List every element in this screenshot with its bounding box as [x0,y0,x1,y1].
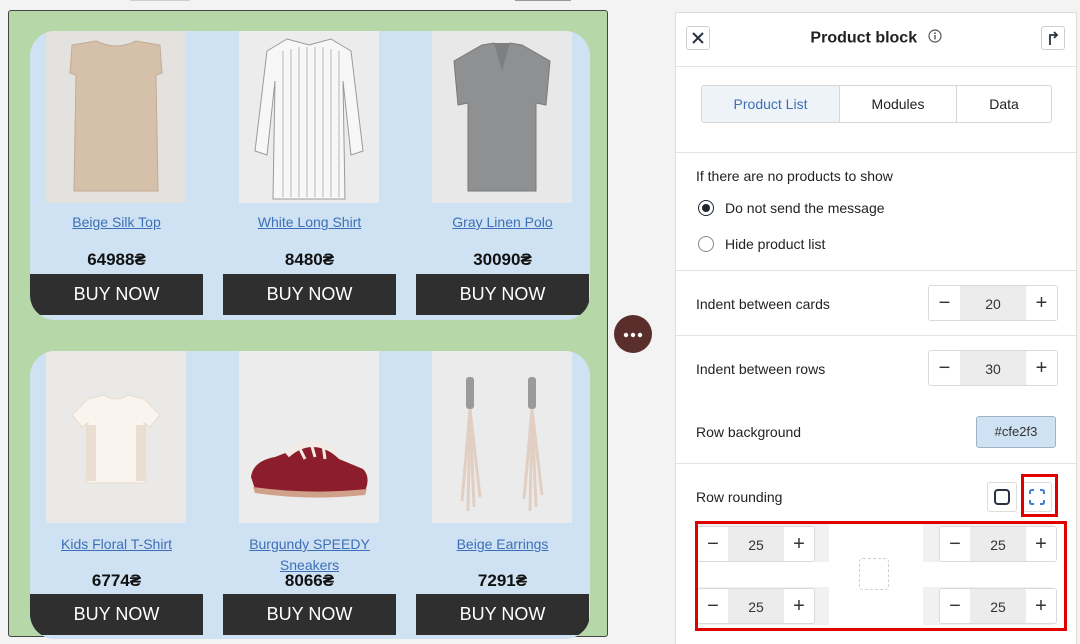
decrement-button[interactable]: − [698,589,728,623]
product-image-beige-earrings [432,351,572,523]
info-icon[interactable] [927,29,942,48]
corner-top-left-input[interactable] [728,527,784,561]
product-card: Burgundy SPEEDY Sneakers 8066₴ BUY NOW [223,351,396,639]
divider [676,152,1076,153]
product-price: 64988₴ [87,250,146,269]
panel-title-text: Product block [810,29,918,47]
product-price: 8066₴ [284,571,335,590]
radio-hide-product-list[interactable]: Hide product list [698,236,825,252]
collapse-arrow-icon [1049,31,1059,45]
radio-label: Do not send the message [725,200,885,216]
row-background-label: Row background [696,424,802,440]
corner-bottom-right-input[interactable] [970,589,1026,623]
product-row: Beige Silk Top 64988₴ BUY NOW White Long… [30,31,590,320]
individual-corners-icon [1029,489,1045,505]
decrement-button[interactable]: − [940,589,970,623]
indent-cards-label: Indent between cards [696,296,830,312]
indent-rows-input[interactable] [960,351,1026,385]
decrement-button[interactable]: − [929,351,960,385]
buy-now-button[interactable]: BUY NOW [416,274,589,315]
increment-button[interactable]: + [1026,527,1056,561]
decrement-button[interactable]: − [940,527,970,561]
product-name-link[interactable]: Kids Floral T-Shirt [30,534,203,555]
buy-now-button[interactable]: BUY NOW [223,274,396,315]
product-image-kids-tshirt [46,351,186,523]
product-price: 6774₴ [91,571,142,590]
product-card: White Long Shirt 8480₴ BUY NOW [223,31,396,320]
corner-bottom-left-input[interactable] [728,589,784,623]
product-image-beige-top [46,31,186,203]
no-products-label: If there are no products to show [696,168,893,184]
product-block-preview[interactable]: Beige Silk Top 64988₴ BUY NOW White Long… [8,10,608,639]
divider [676,463,1076,464]
product-name-link[interactable]: Burgundy SPEEDY Sneakers [223,534,396,576]
decrement-button[interactable]: − [698,527,728,561]
increment-button[interactable]: + [1026,589,1056,623]
product-image-gray-polo [432,31,572,203]
panel-header: Product block [676,13,1076,67]
buy-now-button[interactable]: BUY NOW [30,274,203,315]
increment-button[interactable]: + [1026,351,1057,385]
corner-top-right-input[interactable] [970,527,1026,561]
collapse-panel-button[interactable] [1041,26,1065,50]
product-price: 30090₴ [473,250,532,269]
product-image-white-shirt [239,31,379,203]
product-price: 8480₴ [284,250,335,269]
product-name-link[interactable]: Gray Linen Polo [416,212,589,233]
divider [676,270,1076,271]
tab-data[interactable]: Data [957,86,1051,122]
row-rounding-label: Row rounding [696,489,783,505]
canvas-top-edge-button [515,0,571,3]
product-card: Gray Linen Polo 30090₴ BUY NOW [416,31,589,320]
radio-label: Hide product list [725,236,826,252]
indent-rows-label: Indent between rows [696,361,826,377]
indent-cards-stepper: − + [928,285,1058,321]
radio-do-not-send[interactable]: Do not send the message [698,200,885,216]
indent-cards-input[interactable] [960,286,1026,320]
product-name-link[interactable]: Beige Silk Top [30,212,203,233]
corner-bottom-right-stepper: − + [939,588,1057,624]
product-image-burgundy-sneakers [239,351,379,523]
product-price: 7291₴ [477,571,528,590]
product-name-link[interactable]: Beige Earrings [416,534,589,555]
individual-rounding-button[interactable] [1022,482,1052,512]
radio-button[interactable] [698,236,714,252]
buy-now-button[interactable]: BUY NOW [416,594,589,635]
product-row: Kids Floral T-Shirt 6774₴ BUY NOW Burgun… [30,351,590,639]
indent-rows-stepper: − + [928,350,1058,386]
corner-top-right-stepper: − + [939,526,1057,562]
divider [676,335,1076,336]
increment-button[interactable]: + [784,589,814,623]
decrement-button[interactable]: − [929,286,960,320]
product-name-link[interactable]: White Long Shirt [223,212,396,233]
canvas-top-edge [130,0,190,3]
product-card: Beige Earrings 7291₴ BUY NOW [416,351,589,639]
tab-modules[interactable]: Modules [840,86,957,122]
panel-tabs: Product List Modules Data [701,85,1052,123]
radio-button-checked[interactable] [698,200,714,216]
increment-button[interactable]: + [1026,286,1057,320]
product-card: Beige Silk Top 64988₴ BUY NOW [30,31,203,320]
corner-bottom-left-stepper: − + [697,588,815,624]
uniform-rounding-button[interactable] [987,482,1017,512]
row-background-color-picker[interactable]: #cfe2f3 [976,416,1056,448]
corner-top-left-stepper: − + [697,526,815,562]
product-card: Kids Floral T-Shirt 6774₴ BUY NOW [30,351,203,639]
uniform-corners-icon [994,489,1010,505]
more-dots-icon [623,332,643,338]
buy-now-button[interactable]: BUY NOW [30,594,203,635]
panel-title: Product block [676,29,1076,48]
buy-now-button[interactable]: BUY NOW [223,594,396,635]
more-options-button[interactable] [614,315,652,353]
increment-button[interactable]: + [784,527,814,561]
corner-preview-icon [859,558,889,590]
tab-product-list[interactable]: Product List [702,86,840,122]
product-block-settings-panel: Product block Product List Modules Data … [675,12,1077,644]
